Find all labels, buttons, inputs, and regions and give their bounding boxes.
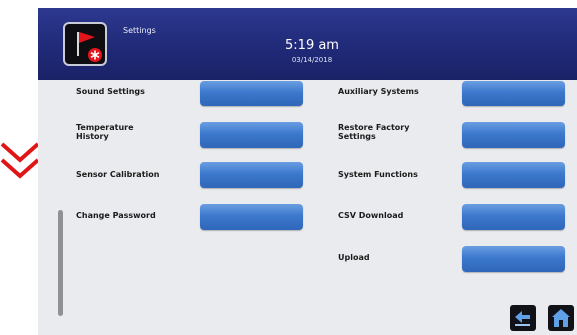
settings-screen: Settings 5:19 am 03/14/2018 Sound Settin… (38, 8, 577, 335)
clock-date: 03/14/2018 (291, 56, 333, 64)
back-arrow-icon (515, 311, 530, 326)
flag-alarm-icon[interactable] (63, 22, 107, 66)
sound-settings-button[interactable] (200, 81, 303, 106)
clock-time: 5:19 am (285, 38, 339, 53)
csv-download-label: CSV Download (338, 211, 404, 220)
sensor-calibration-button[interactable] (200, 162, 303, 188)
system-functions-button[interactable] (462, 162, 565, 188)
header-bar: Settings 5:19 am 03/14/2018 (38, 8, 577, 80)
system-functions-label: System Functions (338, 170, 418, 179)
auxiliary-systems-button[interactable] (462, 81, 565, 106)
temperature-history-label: Temperature History (76, 123, 134, 141)
home-icon (552, 309, 570, 327)
scrollbar[interactable] (58, 210, 63, 316)
back-button[interactable] (510, 305, 536, 331)
restore-factory-settings-button[interactable] (462, 122, 565, 148)
sensor-calibration-label: Sensor Calibration (76, 170, 160, 179)
upload-button[interactable] (462, 246, 565, 272)
restore-factory-settings-label: Restore Factory Settings (338, 123, 410, 141)
temperature-history-button[interactable] (200, 122, 303, 148)
home-button[interactable] (548, 305, 574, 331)
auxiliary-systems-label: Auxiliary Systems (338, 87, 419, 96)
upload-label: Upload (338, 253, 370, 262)
change-password-button[interactable] (200, 204, 303, 230)
csv-download-button[interactable] (462, 204, 565, 230)
page-title: Settings (123, 26, 156, 35)
sound-settings-label: Sound Settings (76, 87, 145, 96)
scroll-down-chevrons-icon (0, 142, 40, 179)
change-password-label: Change Password (76, 211, 156, 220)
